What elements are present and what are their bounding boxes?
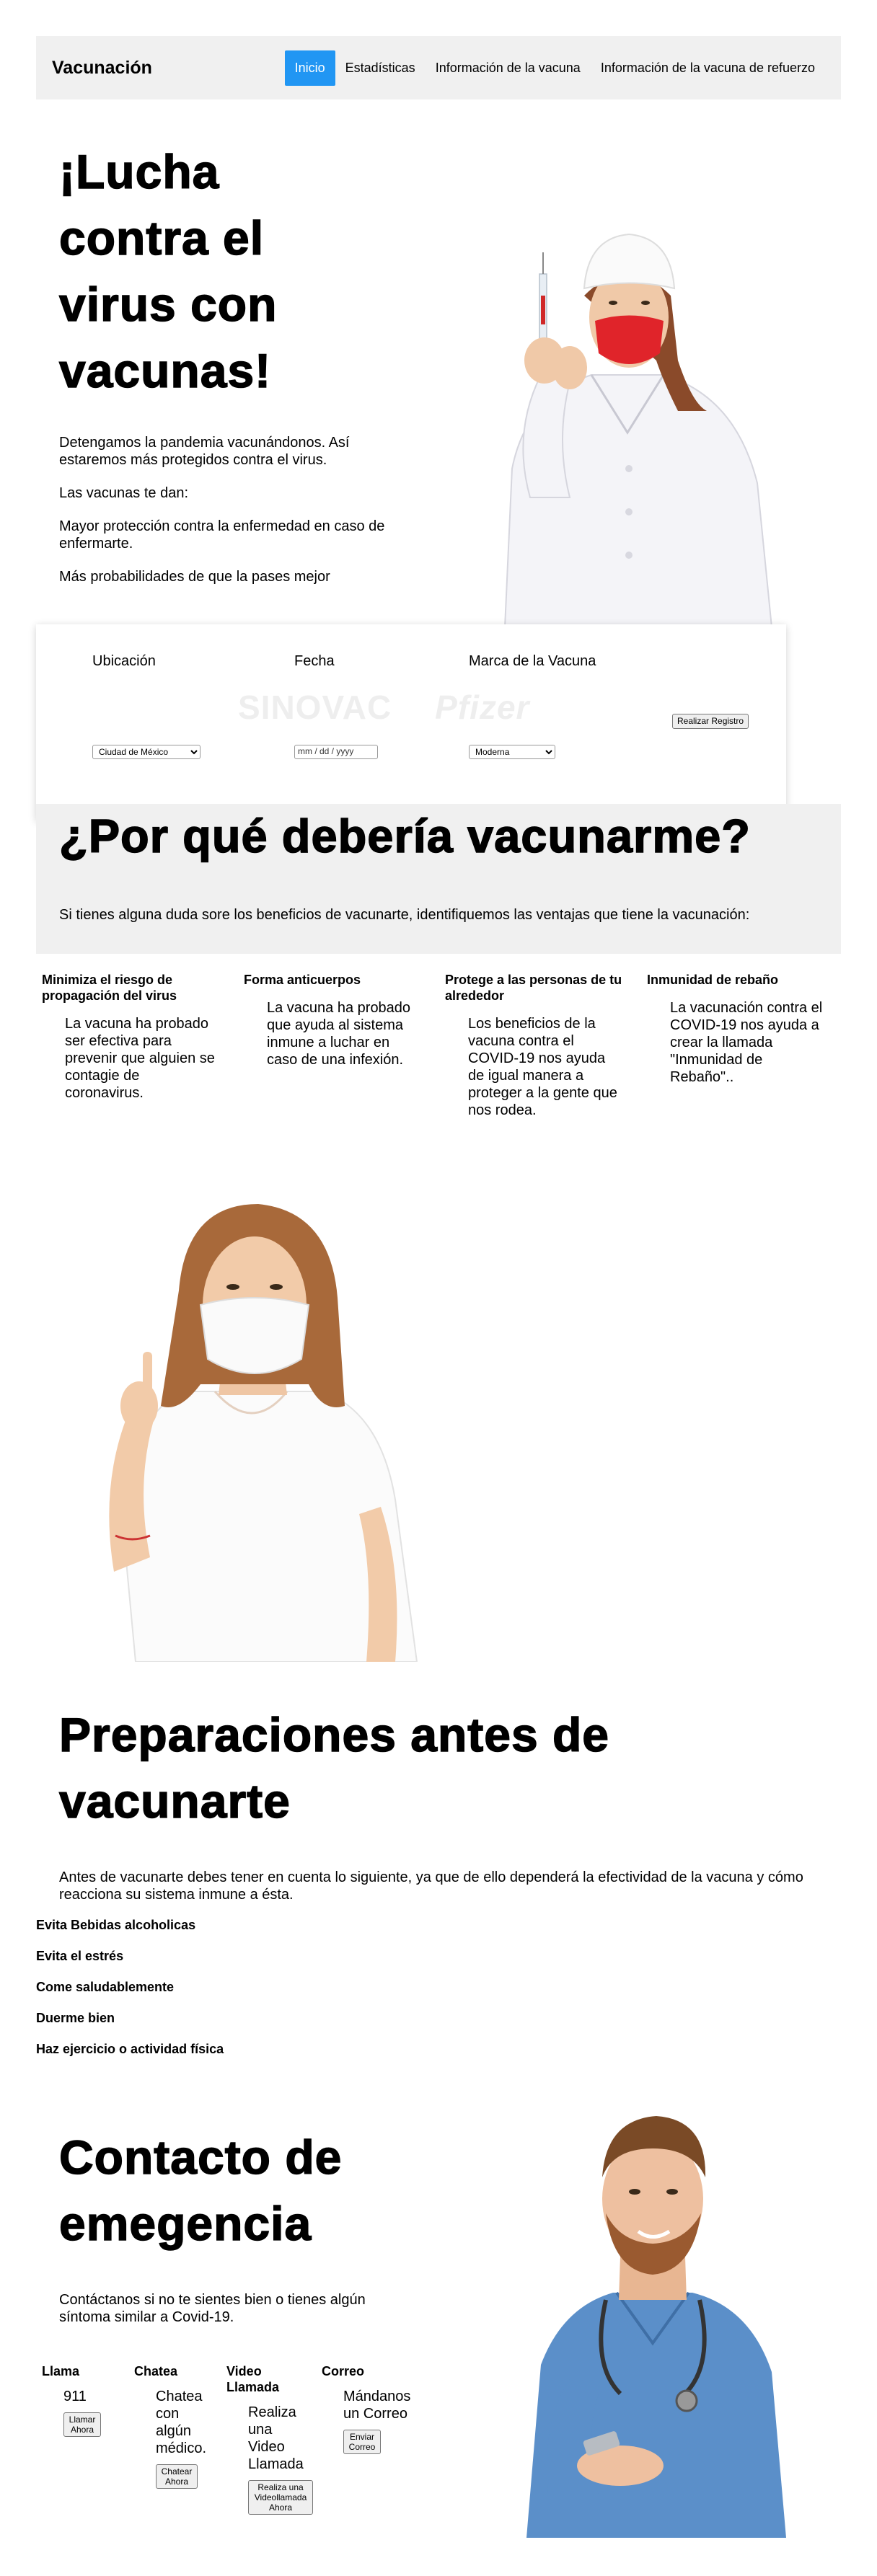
why-title: ¿Por qué debería vacunarme? [58,809,751,863]
hero-title: ¡Lucha contra el virus con vacunas! [58,144,278,398]
brand-logo[interactable]: Vacunación [52,58,152,79]
date-field-group: Fecha [294,653,335,670]
vaccine-brand-logo: Pfizer [435,689,530,726]
chat-now-button[interactable]: Chatear Ahora [156,2464,198,2489]
benefit-card: Inmunidad de rebaño La vacunación contra… [647,972,832,1086]
contact-col-text: Realiza una Video Llamada [248,2404,304,2472]
benefit-card: Forma anticuerpos La vacuna ha probado q… [244,972,428,1068]
contact-col-text: 911 [63,2389,87,2404]
woman-masked-image [109,1204,418,1662]
contact-text: Contáctanos si no te sientes bien o tien… [59,2292,366,2325]
prep-list: Evita Bebidas alcoholicas Evita el estré… [36,1918,224,2073]
contact-col-title: Chatea [134,2364,178,2378]
nav-link-estadisticas[interactable]: Estadísticas [335,50,426,86]
date-label: Fecha [294,653,335,669]
contact-col-text: Mándanos un Correo [343,2389,411,2422]
hero-paragraph: Mayor protección contra la enfermedad en… [59,518,385,552]
registration-form: SINOVAC Pfizer Ubicación Ciudad de Méxic… [36,624,786,820]
hero-text: Detengamos la pandemia vacunándonos. Así… [59,434,391,601]
benefit-text: La vacunación contra el COVID-19 nos ayu… [670,1000,823,1085]
prep-item: Haz ejercicio o actividad física [36,2042,224,2056]
contact-call: Llama 911 Llamar Ahora [42,2363,121,2437]
video-call-button[interactable]: Realiza una Videollamada Ahora [248,2480,313,2515]
brand-label: Marca de la Vacuna [469,653,596,669]
benefit-title: Protege a las personas de tu alrededor [445,973,622,1003]
contact-title: Contacto de emegencia [58,2130,343,2251]
hero-paragraph: Las vacunas te dan: [59,485,189,501]
benefit-text: La vacuna ha probado ser efectiva para p… [65,1016,215,1101]
send-email-button[interactable]: Enviar Correo [343,2430,381,2454]
contact-col-title: Llama [42,2364,80,2378]
contact-video: Video Llamada Realiza una Video Llamada … [226,2363,316,2515]
contact-col-text: Chatea con algún médico. [156,2389,207,2456]
vaccine-brand-logo: SINOVAC [238,689,392,726]
nav-link-info-refuerzo[interactable]: Información de la vacuna de refuerzo [591,50,825,86]
navbar: Vacunación Inicio Estadísticas Informaci… [36,36,841,99]
prep-item: Evita Bebidas alcoholicas [36,1918,196,1932]
benefit-card: Minimiza el riesgo de propagación del vi… [42,972,226,1102]
benefit-title: Inmunidad de rebaño [647,973,779,987]
prep-item: Evita el estrés [36,1949,124,1963]
hero-paragraph: Detengamos la pandemia vacunándonos. Así… [59,435,350,468]
benefit-title: Forma anticuerpos [244,973,361,987]
contact-email: Correo Mándanos un Correo Enviar Correo [322,2363,415,2454]
call-now-button[interactable]: Llamar Ahora [63,2412,101,2437]
benefit-title: Minimiza el riesgo de propagación del vi… [42,973,177,1003]
benefit-text: La vacuna ha probado que ayuda al sistem… [267,1000,411,1068]
prep-item: Come saludablemente [36,1980,175,1994]
benefit-card: Protege a las personas de tu alrededor L… [445,972,630,1119]
location-label: Ubicación [92,653,156,669]
brand-field-group: Marca de la Vacuna [469,653,596,670]
prep-text: Antes de vacunarte debes tener en cuenta… [59,1869,803,1903]
brand-select[interactable]: Moderna [469,745,555,759]
nav-link-inicio[interactable]: Inicio [284,50,335,86]
contact-chat: Chatea Chatea con algún médico. Chatear … [134,2363,221,2489]
nav-link-info-vacuna[interactable]: Información de la vacuna [426,50,591,86]
benefit-text: Los beneficios de la vacuna contra el CO… [468,1016,617,1118]
hero-paragraph: Más probabilidades de que la pases mejor [59,569,330,585]
location-select[interactable]: Ciudad de México [92,745,200,759]
contact-col-title: Video Llamada [226,2364,280,2394]
contact-col-title: Correo [322,2364,365,2378]
prep-item: Duerme bien [36,2011,115,2025]
why-subtitle: Si tienes alguna duda sore los beneficio… [59,907,750,923]
nav-links: Inicio Estadísticas Información de la va… [284,50,825,86]
doctor-image [526,2116,786,2538]
nurse-image [503,233,773,627]
prep-title: Preparaciones antes de vacunarte [58,1707,610,1828]
location-field-group: Ubicación [92,653,156,670]
register-button[interactable]: Realizar Registro [672,714,749,729]
date-input[interactable]: mm / dd / yyyy [294,745,378,759]
